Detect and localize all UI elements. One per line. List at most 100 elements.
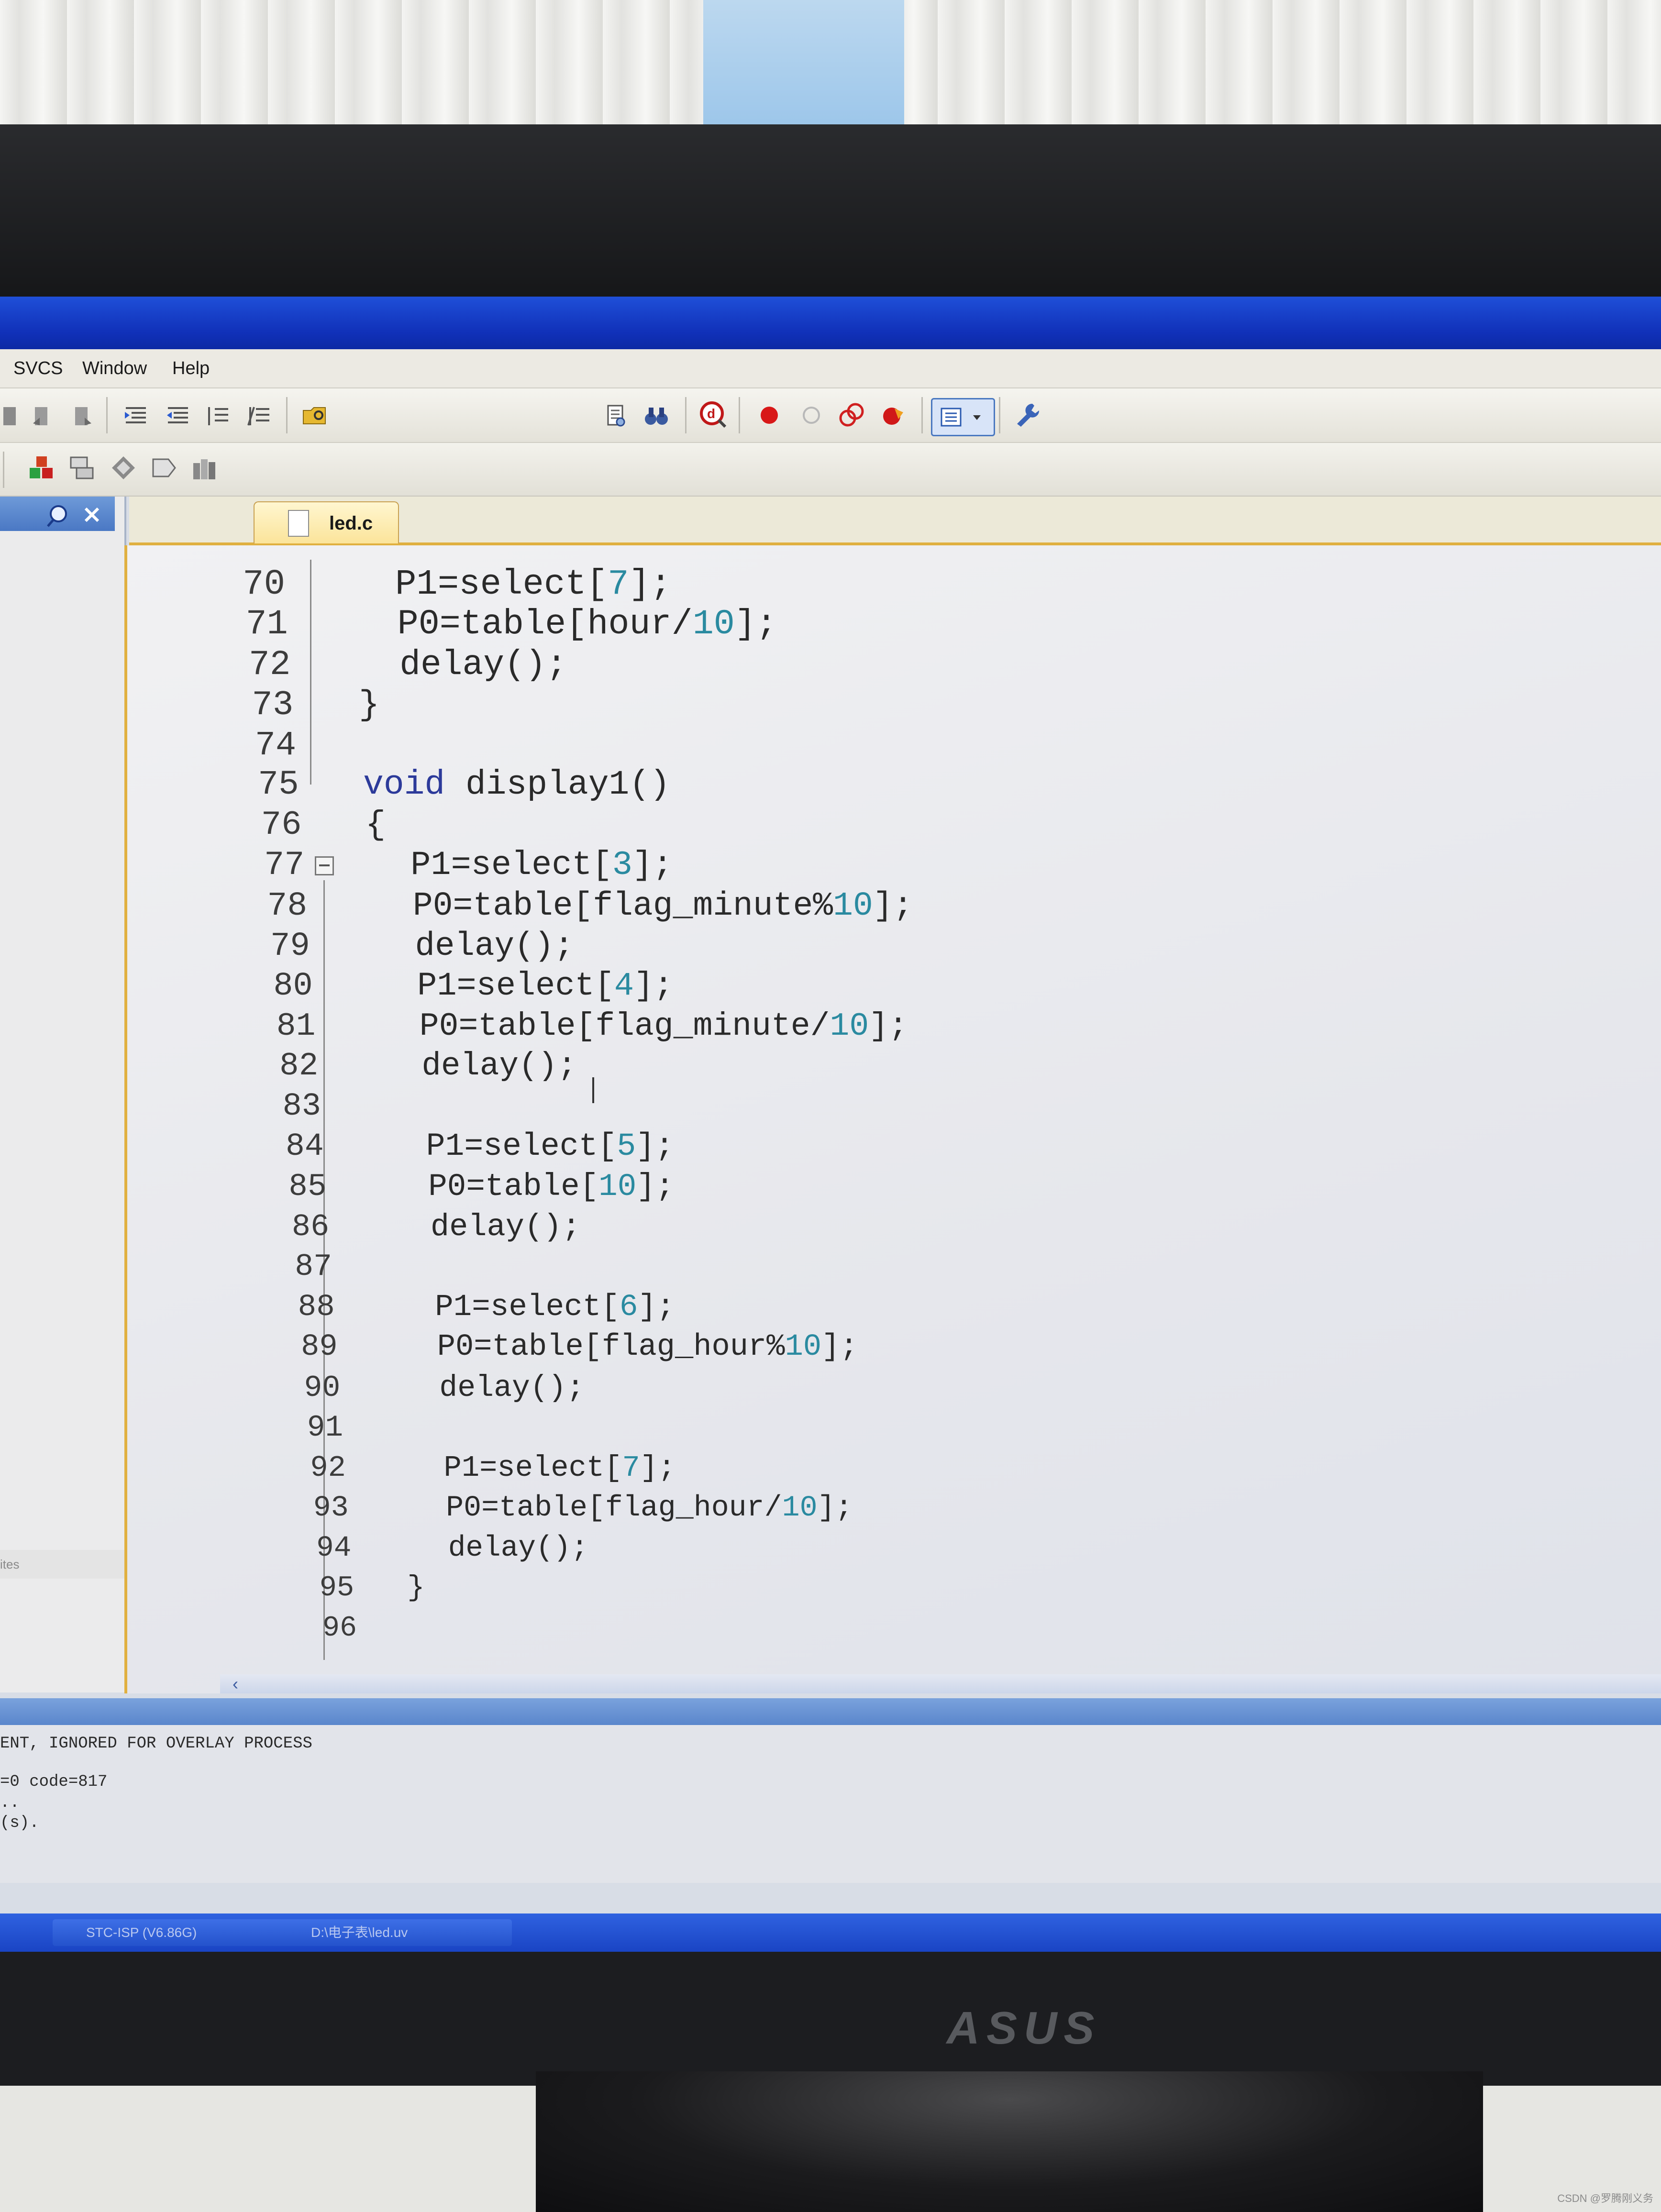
code-text: ]; [638, 1290, 675, 1325]
code-text: delay(); [439, 1370, 585, 1405]
code-text: ]; [629, 564, 672, 605]
toolbar-main: ▼ d [0, 388, 1661, 525]
pin-icon[interactable] [43, 499, 74, 530]
code-text: ]; [817, 1491, 853, 1525]
line-number: 73 [252, 685, 294, 725]
disable-breakpoint-icon[interactable] [796, 400, 827, 431]
code-text: ]; [636, 1128, 675, 1165]
menu-window[interactable]: Window [82, 358, 147, 379]
tab-label: led.c [329, 513, 373, 534]
code-text: } [407, 1571, 425, 1604]
code-text: P0=table[flag_minute% [412, 886, 833, 925]
code-text: ]; [734, 605, 777, 645]
taskbar-item-keil-project[interactable]: D:\电子表\led.uv [277, 1919, 512, 1946]
menu-svcs[interactable]: SVCS [13, 358, 63, 379]
code-text: P1=select[ [435, 1290, 620, 1325]
code-text: ]; [869, 1007, 908, 1045]
code-text: delay(); [430, 1209, 581, 1245]
wrench-icon[interactable] [1012, 399, 1043, 430]
bookmark-prev-icon[interactable] [27, 401, 57, 431]
toolbar-separator [739, 397, 740, 433]
build-output-panel: ENT, IGNORED FOR OVERLAY PROCESS =0 code… [0, 1725, 1661, 1883]
code-line: P1=select[6]; [435, 1290, 675, 1325]
line-number: 86 [291, 1209, 330, 1245]
code-text: delay(); [421, 1048, 577, 1084]
monitor-stand [536, 2071, 1483, 2212]
window-layout-button[interactable] [931, 398, 995, 436]
code-line: P0=table[flag_minute/10]; [420, 1008, 908, 1045]
code-text: P0=table[flag_minute/ [419, 1007, 830, 1045]
watermark: CSDN @罗腾刚义务 [1557, 2192, 1653, 2204]
project-panel-tab-label[interactable]: ites [0, 1557, 19, 1571]
code-line: P1=select[3]; [410, 847, 673, 885]
output-line: =0 code=817 [0, 1773, 108, 1791]
code-text: P1=select[ [417, 967, 614, 1005]
code-line: P0=table[10]; [428, 1169, 674, 1205]
build-target-icon[interactable] [67, 453, 98, 483]
code-text: } [358, 685, 380, 725]
line-number: 90 [304, 1370, 341, 1405]
find-in-files-icon[interactable] [299, 400, 330, 431]
line-number: 95 [319, 1571, 354, 1604]
code-line: { [365, 806, 386, 844]
debug-session-icon[interactable]: d [698, 399, 728, 430]
code-line: P1=select[5]; [426, 1128, 674, 1164]
binoculars-icon[interactable] [641, 401, 672, 431]
code-line: P1=select[7]; [395, 564, 671, 605]
code-number-literal: 10 [598, 1169, 637, 1205]
horizontal-scrollbar[interactable]: ‹ [220, 1674, 1661, 1693]
code-editor[interactable]: 70 P1=select[7]; 71 P0=table[hour/10]; 72 del… [124, 545, 1661, 1693]
fold-collapse-icon[interactable] [315, 856, 334, 875]
tab-led-c[interactable]: led.c [254, 501, 399, 543]
taskbar-item-label: D:\电子表\led.uv [311, 1925, 408, 1940]
monitor-brand-logo: ASUS [946, 2002, 1101, 2054]
line-number: 81 [276, 1007, 316, 1045]
code-line: } [359, 686, 379, 725]
monitor-bezel-top [0, 124, 1661, 306]
indent-icon[interactable] [121, 401, 151, 431]
project-icon[interactable] [27, 453, 57, 483]
taskbar-item-stc-isp[interactable]: STC-ISP (V6.86G) [53, 1919, 287, 1946]
code-line: P1=select[4]; [417, 967, 673, 1005]
code-line: delay(); [415, 927, 574, 965]
code-line: delay(); [399, 645, 567, 685]
editor-tab-strip: led.c [129, 497, 1661, 545]
code-number-literal: 10 [830, 1007, 869, 1045]
tag-icon[interactable] [148, 453, 179, 483]
uncomment-icon[interactable] [244, 401, 275, 431]
kill-all-breakpoints-icon[interactable] [878, 400, 909, 431]
bookmark-next-icon[interactable] [67, 401, 98, 431]
code-text: display1() [445, 766, 670, 805]
line-number: 77 [264, 846, 305, 885]
code-number-literal: 5 [617, 1128, 636, 1165]
line-number: 88 [298, 1290, 335, 1325]
bookmark-icon[interactable] [0, 401, 26, 431]
line-number: 79 [270, 927, 310, 965]
code-text: delay(); [448, 1531, 588, 1565]
window-titlebar[interactable] [0, 297, 1661, 349]
line-number: 75 [258, 766, 299, 805]
code-text: P1=select[ [443, 1451, 622, 1485]
code-keyword: void [363, 766, 445, 805]
disable-all-breakpoints-icon[interactable] [836, 400, 867, 431]
code-line: void display1() [363, 766, 670, 804]
code-line: P0=table[flag_hour/10]; [446, 1491, 853, 1525]
code-line: delay(); [421, 1048, 576, 1084]
code-text: P0=table[flag_hour/ [446, 1491, 782, 1525]
find-icon[interactable] [601, 401, 631, 431]
books-icon[interactable] [189, 453, 220, 483]
toolbar-separator [999, 397, 1000, 433]
comment-icon[interactable] [203, 401, 233, 431]
code-line: P0=table[hour/10]; [398, 605, 777, 644]
code-line: } [407, 1572, 424, 1604]
close-icon[interactable] [77, 499, 107, 530]
toolbar-secondary [0, 443, 1661, 497]
insert-breakpoint-icon[interactable] [754, 400, 785, 431]
unindent-icon[interactable] [163, 401, 193, 431]
code-line: delay(); [448, 1532, 588, 1565]
line-number: 87 [295, 1249, 332, 1284]
code-text: delay(); [415, 927, 574, 965]
chevron-left-icon[interactable]: ‹ [233, 1674, 238, 1693]
diamond-icon[interactable] [108, 453, 139, 483]
menu-help[interactable]: Help [172, 358, 210, 379]
